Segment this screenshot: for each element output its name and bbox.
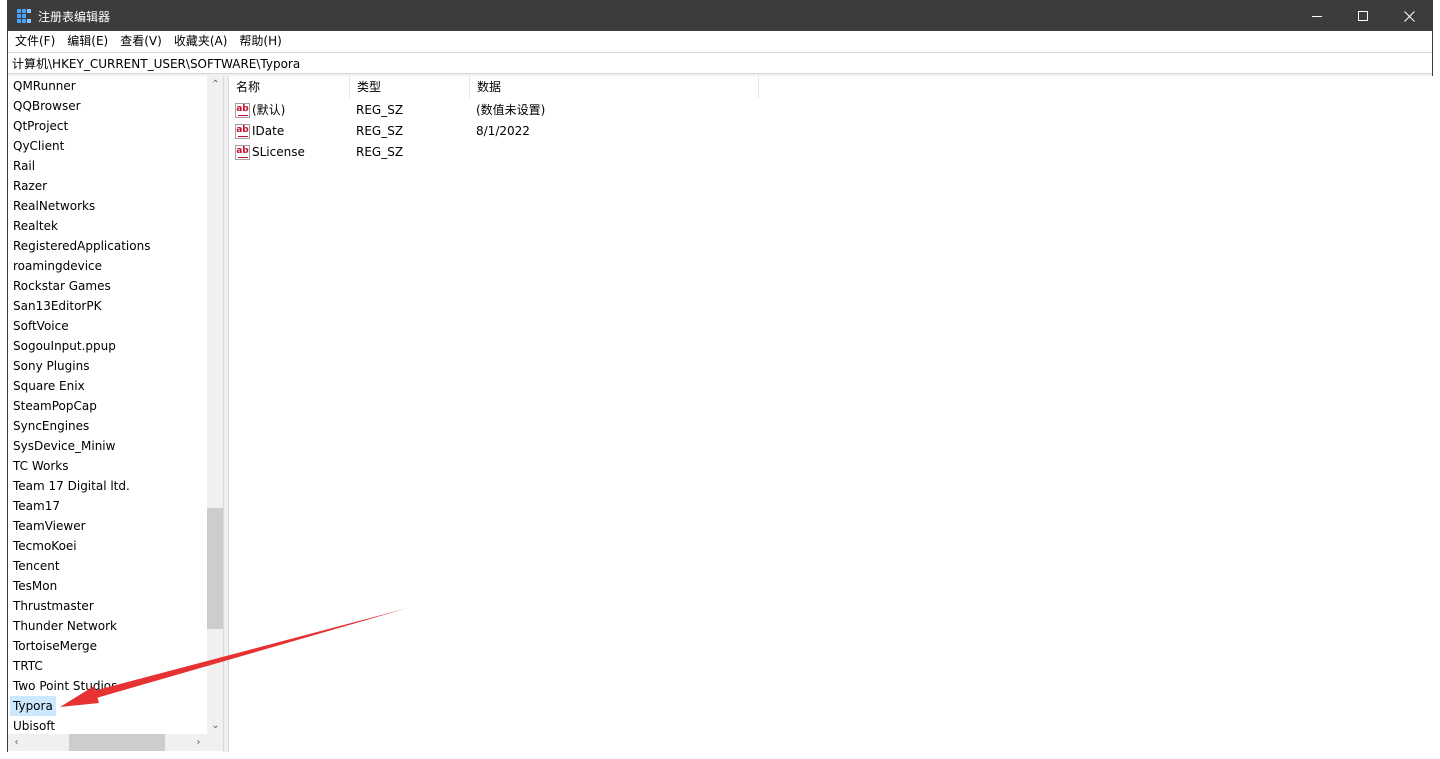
ab-string-icon: ab	[235, 103, 250, 118]
value-type: REG_SZ	[356, 145, 404, 159]
ab-string-icon: ab	[235, 145, 250, 160]
value-data: 8/1/2022	[476, 124, 530, 138]
scroll-right-button[interactable]: ›	[190, 734, 207, 751]
tree-vertical-scrollbar[interactable]: ⌃ ⌄	[207, 76, 223, 734]
tree-item-typora[interactable]: Typora	[10, 696, 56, 716]
tree-item-qtproject[interactable]: QtProject	[10, 116, 71, 136]
tree-item-ubisoft[interactable]: Ubisoft	[10, 716, 58, 734]
tree-item-team17[interactable]: Team17	[10, 496, 63, 516]
tree-item-steampopcap[interactable]: SteamPopCap	[10, 396, 100, 416]
tree-horizontal-scroll-thumb[interactable]	[69, 734, 165, 751]
tree-item-rail[interactable]: Rail	[10, 156, 38, 176]
tree-item-teamviewer[interactable]: TeamViewer	[10, 516, 89, 536]
menu-view[interactable]: 查看(V)	[114, 31, 168, 52]
tree-item-team-17-digital-ltd[interactable]: Team 17 Digital ltd.	[10, 476, 133, 496]
tree-item-trtc[interactable]: TRTC	[10, 656, 46, 676]
registry-editor-icon	[17, 9, 31, 23]
menu-bar: 文件(F) 编辑(E) 查看(V) 收藏夹(A) 帮助(H)	[8, 31, 1432, 52]
tree-item-tc-works[interactable]: TC Works	[10, 456, 71, 476]
scroll-corner	[207, 734, 223, 751]
value-row[interactable]: ab (默认) REG_SZ (数值未设置)	[229, 100, 769, 121]
tree-item-qyclient[interactable]: QyClient	[10, 136, 67, 156]
address-input[interactable]	[12, 55, 1422, 72]
menu-favorites[interactable]: 收藏夹(A)	[168, 31, 234, 52]
column-header-type[interactable]: 类型	[350, 76, 470, 98]
tree-item-razer[interactable]: Razer	[10, 176, 50, 196]
value-row[interactable]: ab SLicense REG_SZ	[229, 142, 769, 163]
chevron-down-icon: ⌄	[211, 720, 220, 731]
scroll-down-button[interactable]: ⌄	[207, 717, 223, 734]
chevron-up-icon: ⌃	[211, 79, 220, 90]
address-bar	[8, 52, 1432, 74]
tree-item-realtek[interactable]: Realtek	[10, 216, 61, 236]
key-tree-pane: QMRunner QQBrowser QtProject QyClient Rail Ra…	[8, 76, 224, 752]
close-icon	[1403, 10, 1415, 22]
tree-vertical-scroll-thumb[interactable]	[207, 508, 223, 629]
tree-horizontal-scrollbar[interactable]: ‹ ›	[8, 734, 207, 751]
maximize-icon	[1358, 11, 1368, 21]
value-type: REG_SZ	[356, 124, 404, 138]
tree-item-rockstar-games[interactable]: Rockstar Games	[10, 276, 114, 296]
value-row[interactable]: ab IDate REG_SZ 8/1/2022	[229, 121, 769, 142]
title-bar[interactable]: 注册表编辑器	[8, 1, 1432, 31]
value-data: (数值未设置)	[476, 103, 546, 117]
value-name: SLicense	[252, 145, 305, 159]
window-title: 注册表编辑器	[38, 10, 111, 24]
values-list-pane: 名称 类型 数据 ab (默认) REG_SZ (数值未设置) ab IDate…	[228, 76, 1433, 752]
value-name: (默认)	[252, 103, 286, 117]
tree-item-sogouinput-ppup[interactable]: SogouInput.ppup	[10, 336, 119, 356]
tree-item-tencent[interactable]: Tencent	[10, 556, 63, 576]
tree-item-tortoisemerge[interactable]: TortoiseMerge	[10, 636, 100, 656]
tree-item-tecmokoei[interactable]: TecmoKoei	[10, 536, 80, 556]
menu-file[interactable]: 文件(F)	[9, 31, 61, 52]
tree-item-qqbrowser[interactable]: QQBrowser	[10, 96, 84, 116]
tree-item-square-enix[interactable]: Square Enix	[10, 376, 88, 396]
tree-item-san13editorpk[interactable]: San13EditorPK	[10, 296, 104, 316]
menu-edit[interactable]: 编辑(E)	[61, 31, 114, 52]
menu-help[interactable]: 帮助(H)	[233, 31, 287, 52]
value-type: REG_SZ	[356, 103, 404, 117]
close-button[interactable]	[1386, 1, 1432, 31]
scroll-up-button[interactable]: ⌃	[207, 76, 223, 93]
column-header-name[interactable]: 名称	[229, 76, 350, 98]
maximize-button[interactable]	[1340, 1, 1386, 31]
scroll-left-button[interactable]: ‹	[8, 734, 25, 751]
tree-item-sysdevice-miniw[interactable]: SysDevice_Miniw	[10, 436, 118, 456]
tree-item-realnetworks[interactable]: RealNetworks	[10, 196, 98, 216]
value-name: IDate	[252, 124, 285, 138]
column-header-data[interactable]: 数据	[470, 76, 759, 98]
list-header: 名称 类型 数据	[229, 76, 1433, 98]
tree-item-registeredapplications[interactable]: RegisteredApplications	[10, 236, 153, 256]
key-tree: QMRunner QQBrowser QtProject QyClient Rail Ra…	[8, 76, 207, 734]
minimize-button[interactable]	[1294, 1, 1340, 31]
tree-item-syncengines[interactable]: SyncEngines	[10, 416, 92, 436]
tree-item-two-point-studios[interactable]: Two Point Studios	[10, 676, 120, 696]
tree-item-sony-plugins[interactable]: Sony Plugins	[10, 356, 92, 376]
registry-editor-window: 注册表编辑器 文件(F) 编辑(E) 查看(V) 收藏夹(A) 帮助(H) QM…	[7, 0, 1433, 752]
tree-item-roamingdevice[interactable]: roamingdevice	[10, 256, 105, 276]
chevron-right-icon: ›	[196, 737, 201, 748]
ab-string-icon: ab	[235, 124, 250, 139]
tree-item-qmrunner[interactable]: QMRunner	[10, 76, 79, 96]
tree-item-thrustmaster[interactable]: Thrustmaster	[10, 596, 97, 616]
tree-item-tesmon[interactable]: TesMon	[10, 576, 60, 596]
minimize-icon	[1312, 15, 1322, 17]
tree-item-thunder-network[interactable]: Thunder Network	[10, 616, 120, 636]
chevron-left-icon: ‹	[14, 737, 19, 748]
tree-item-softvoice[interactable]: SoftVoice	[10, 316, 72, 336]
